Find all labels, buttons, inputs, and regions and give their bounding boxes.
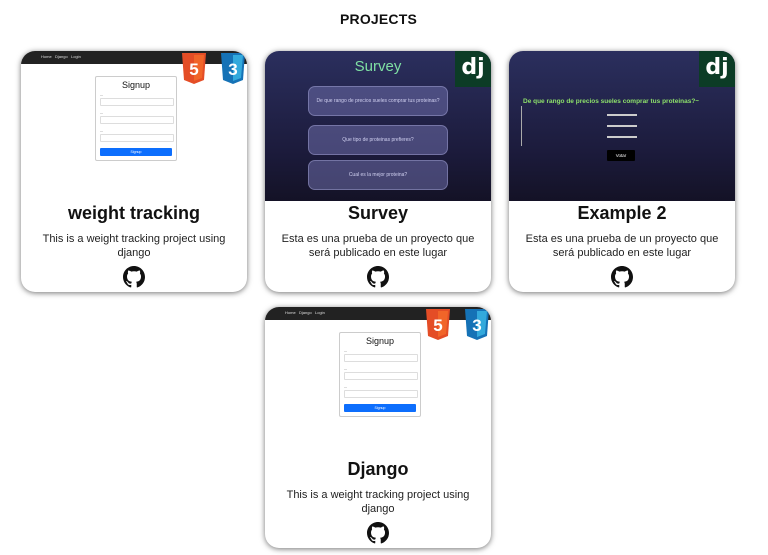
project-description: Esta es una prueba de un proyecto que se…: [525, 233, 719, 259]
project-title: Django: [347, 459, 409, 479]
thumbnail-nav-item: Home: [41, 54, 52, 59]
thumbnail-nav-item: Django: [55, 54, 68, 59]
css3-icon: 3: [221, 53, 245, 84]
thumbnail-signup-form: Signup — — — Signup: [95, 76, 177, 161]
django-icon: dj: [455, 51, 491, 87]
thumbnail-nav-item: Login: [315, 310, 325, 315]
django-icon: dj: [699, 51, 735, 87]
github-icon[interactable]: [123, 266, 145, 288]
section-title: PROJECTS: [339, 11, 418, 27]
project-title: Survey: [347, 203, 409, 223]
thumbnail-signup-button: Signup: [100, 148, 172, 156]
project-card-example-2[interactable]: De que rango de precios sueles comprar t…: [509, 51, 735, 292]
project-thumbnail: Survey De que rango de precios sueles co…: [265, 51, 491, 201]
project-title: weight tracking: [67, 203, 201, 223]
project-thumbnail: De que rango de precios sueles comprar t…: [509, 51, 735, 201]
project-description: This is a weight tracking project using …: [286, 489, 470, 515]
thumbnail-survey-option: Que tipo de proteinas prefieres?: [308, 125, 448, 155]
project-thumbnail: Home Django Login Signup — — — Signup 5 …: [265, 307, 491, 457]
svg-text:3: 3: [472, 316, 481, 335]
thumbnail-nav-item: Login: [71, 54, 81, 59]
svg-text:5: 5: [189, 60, 198, 79]
github-icon[interactable]: [367, 522, 389, 544]
project-card-django[interactable]: Home Django Login Signup — — — Signup 5 …: [265, 307, 491, 548]
html5-icon: 5: [182, 53, 206, 84]
thumbnail-navbar: Home Django Login: [21, 51, 247, 64]
project-card-survey[interactable]: Survey De que rango de precios sueles co…: [265, 51, 491, 292]
svg-text:5: 5: [433, 316, 442, 335]
thumbnail-navbar: Home Django Login: [265, 307, 491, 320]
thumbnail-nav-item: Home: [285, 310, 296, 315]
thumbnail-vote-button: Votar: [607, 150, 635, 161]
project-description: This is a weight tracking project using …: [42, 233, 226, 259]
thumbnail-example-question: De que rango de precios sueles comprar t…: [523, 98, 700, 105]
project-card-weight-tracking[interactable]: Home Django Login Signup — — — Signup 5 …: [21, 51, 247, 292]
project-thumbnail: Home Django Login Signup — — — Signup 5 …: [21, 51, 247, 201]
thumbnail-survey-option: Cual es la mejor proteina?: [308, 160, 448, 190]
svg-text:3: 3: [228, 60, 237, 79]
project-title: Example 2: [577, 203, 667, 223]
github-icon[interactable]: [611, 266, 633, 288]
thumbnail-signup-button: Signup: [344, 404, 416, 412]
html5-icon: 5: [426, 309, 450, 340]
project-description: Esta es una prueba de un proyecto que se…: [281, 233, 475, 259]
thumbnail-signup-title: Signup: [365, 336, 395, 346]
css3-icon: 3: [465, 309, 489, 340]
thumbnail-signup-form: Signup — — — Signup: [339, 332, 421, 417]
github-icon[interactable]: [367, 266, 389, 288]
thumbnail-nav-item: Django: [299, 310, 312, 315]
thumbnail-signup-title: Signup: [121, 80, 151, 90]
thumbnail-survey-option: De que rango de precios sueles comprar t…: [308, 86, 448, 116]
